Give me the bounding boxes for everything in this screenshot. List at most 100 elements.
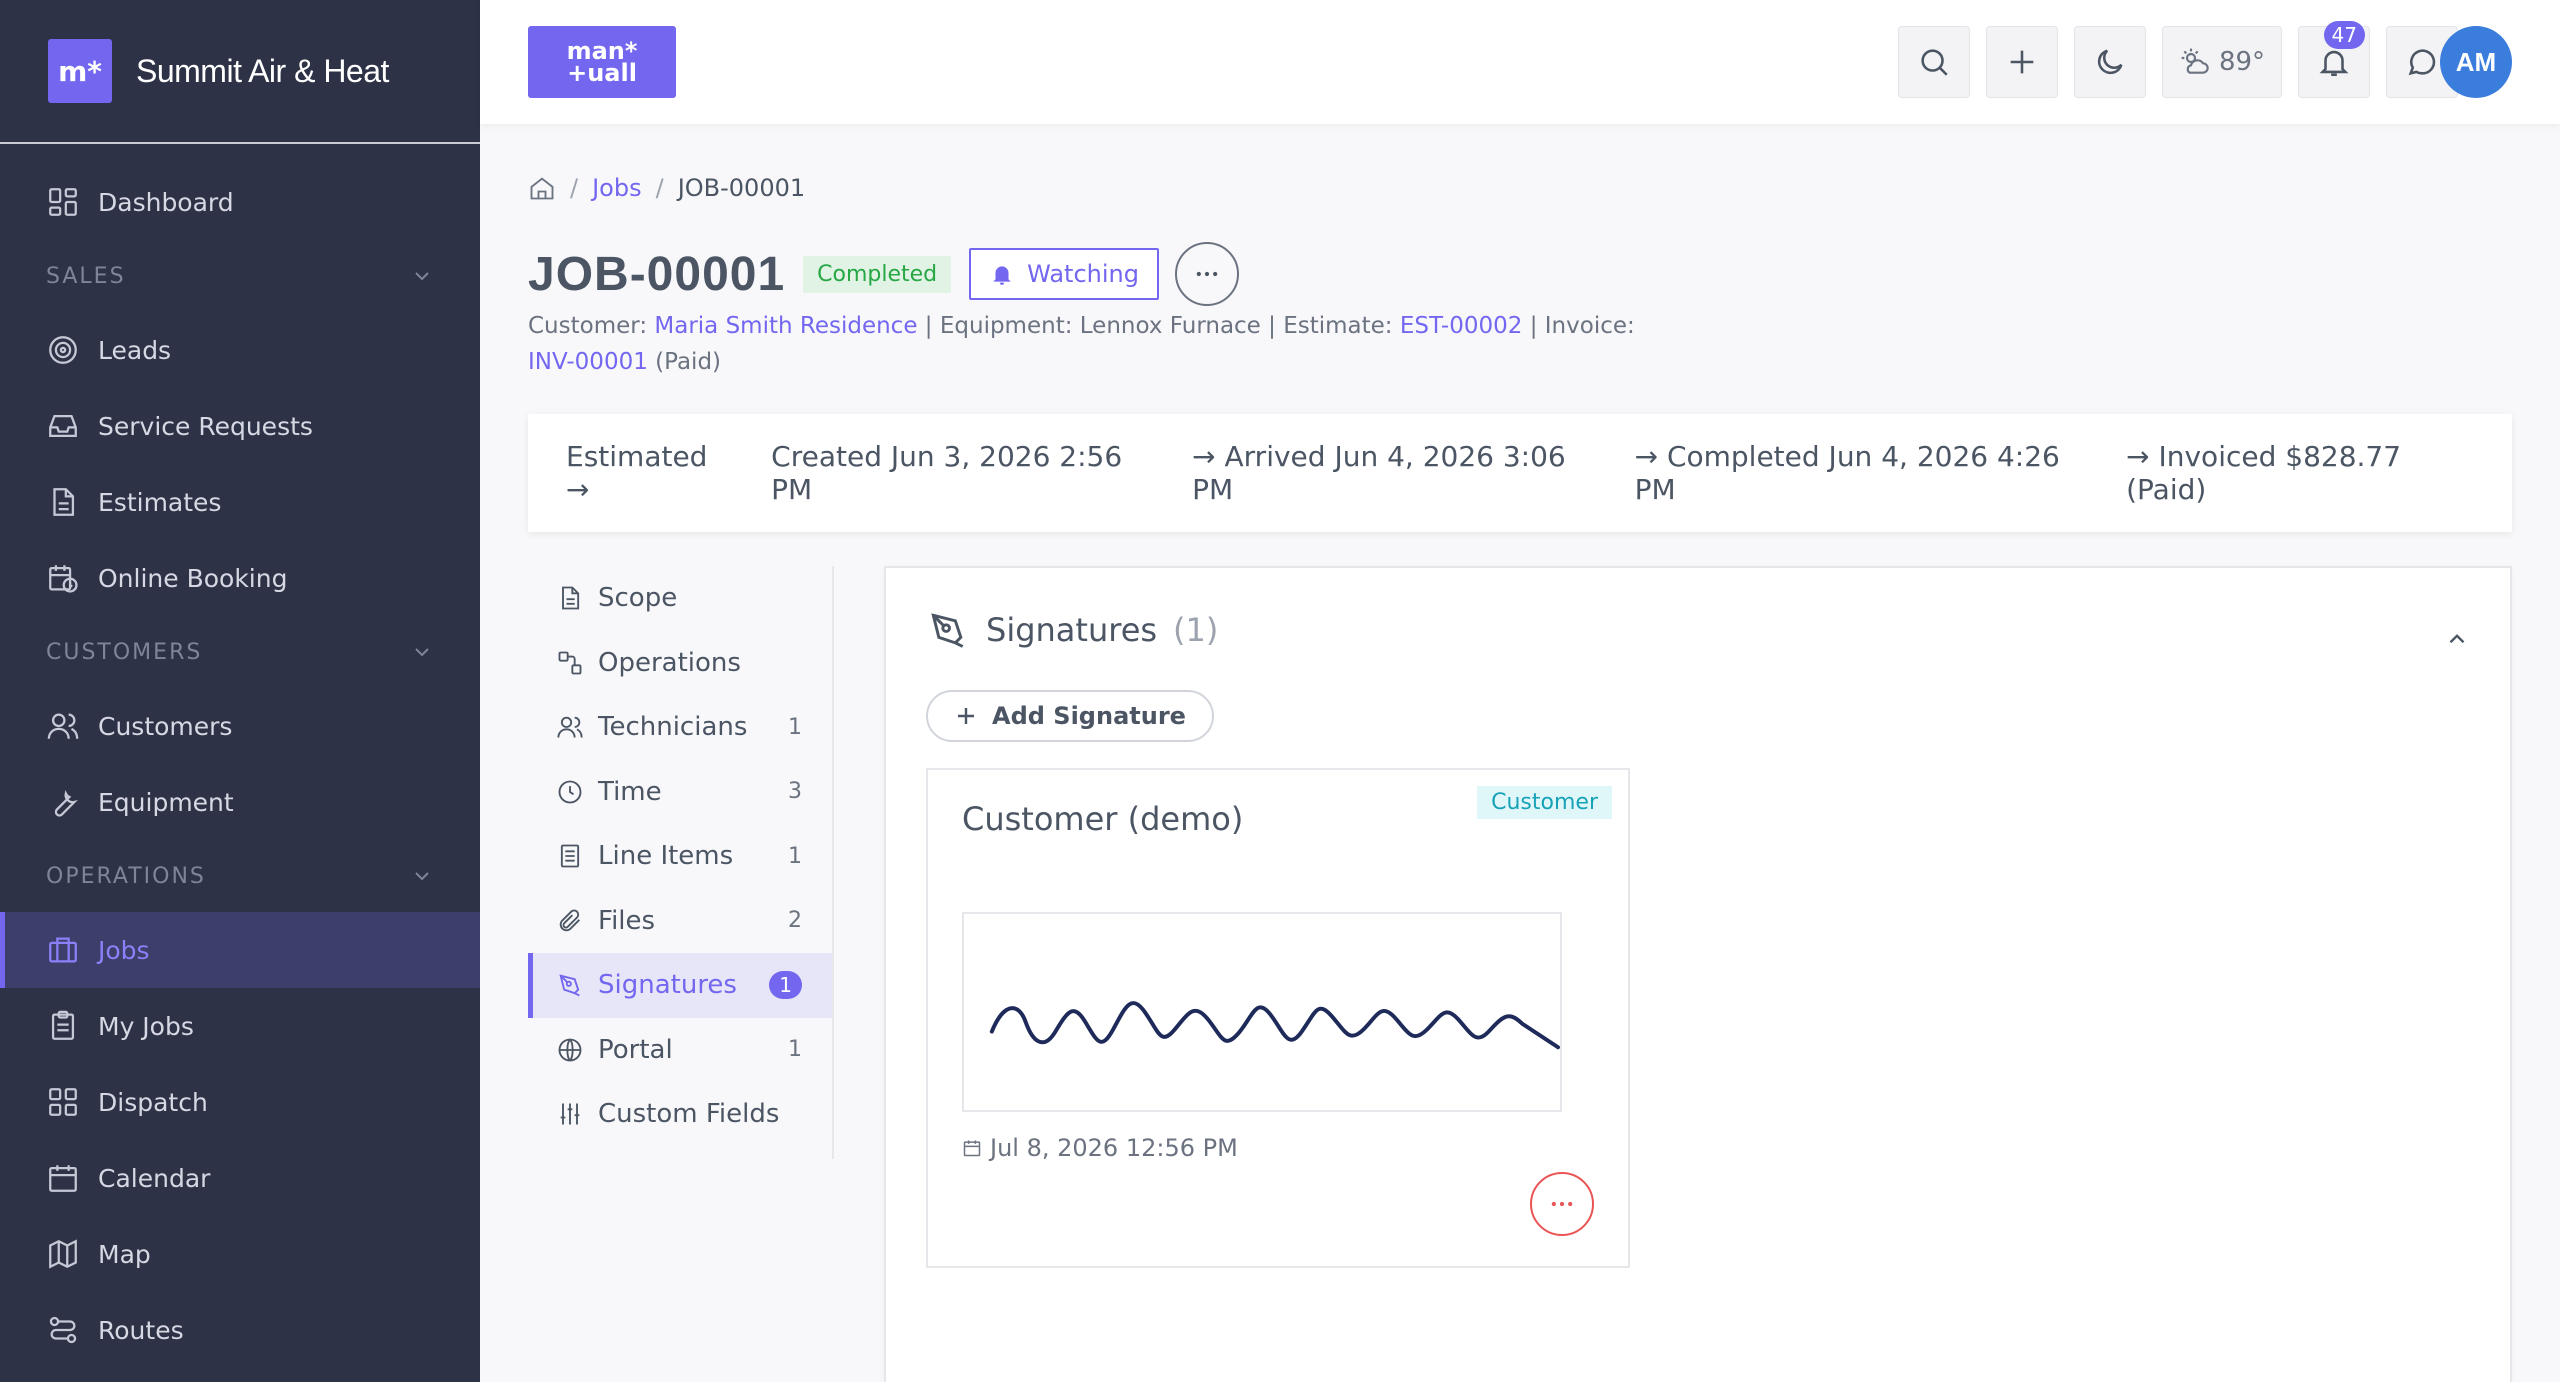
sidebar-item-label: Online Booking (98, 563, 288, 593)
workflow-icon (558, 651, 582, 675)
app-logo-line-2: +uall (567, 59, 637, 87)
timeline-arrived: → Arrived Jun 4, 2026 3:06 PM (1192, 440, 1566, 506)
calendar-clock-icon (49, 565, 78, 593)
wrench-icon (54, 789, 78, 817)
users-icon (47, 713, 79, 739)
users-icon (557, 716, 583, 738)
signature-name: Customer (demo) (962, 800, 1244, 838)
watching-label: Watching (1027, 260, 1139, 288)
plus-icon (2010, 50, 2034, 74)
sidebar-item-label: Estimates (98, 487, 222, 517)
sidebar-item-estimates[interactable]: Estimates (0, 464, 480, 540)
signature-more-button[interactable] (1530, 1172, 1594, 1236)
brand[interactable]: m* Summit Air & Heat (0, 0, 480, 144)
section-label: SALES (46, 263, 126, 289)
sidebar-item-label: My Jobs (98, 1011, 194, 1041)
sidebar-item-leads[interactable]: Leads (0, 312, 480, 388)
sidebar-item-online-booking[interactable]: Online Booking (0, 540, 480, 616)
subnav-count: 2 (788, 908, 802, 934)
subnav-time[interactable]: Time 3 (528, 760, 832, 825)
sidebar-section-operations[interactable]: OPERATIONS (0, 840, 480, 912)
customer-link[interactable]: Maria Smith Residence (654, 313, 917, 339)
subnav-custom-fields[interactable]: Custom Fields (528, 1082, 832, 1147)
sidebar-item-service-requests[interactable]: Service Requests (0, 388, 480, 464)
invoice-label: | Invoice: (1529, 313, 1635, 339)
invoice-link[interactable]: INV-00001 (528, 349, 648, 375)
equipment-text: | Equipment: Lennox Furnace | Estimate: (924, 313, 1393, 339)
subnav-files[interactable]: Files 2 (528, 889, 832, 954)
calendar-icon (963, 1140, 981, 1157)
sidebar-item-equipment[interactable]: Equipment (0, 764, 480, 840)
weather-widget[interactable]: 89° (2162, 26, 2282, 98)
job-header: JOB-00001 Completed Watching (528, 242, 1239, 306)
user-avatar[interactable]: AM (2440, 26, 2512, 98)
sidebar-item-customers[interactable]: Customers (0, 688, 480, 764)
grid-icon (49, 1088, 77, 1116)
subnav-technicians[interactable]: Technicians 1 (528, 695, 832, 760)
subnav-label: Operations (598, 647, 741, 678)
paperclip-icon (559, 909, 580, 932)
add-button[interactable] (1986, 26, 2058, 98)
sidebar-item-dashboard[interactable]: Dashboard (0, 164, 480, 240)
subnav-signatures[interactable]: Signatures 1 (528, 953, 832, 1018)
subnav-label: Technicians (598, 712, 748, 743)
sidebar-item-label: Jobs (98, 935, 150, 965)
notifications-badge: 47 (2323, 21, 2365, 49)
clipboard-icon (51, 1010, 75, 1040)
watching-button[interactable]: Watching (969, 248, 1159, 300)
app-logo[interactable]: man* +uall (528, 26, 676, 98)
sidebar-item-label: Customers (98, 711, 233, 741)
breadcrumb-separator: / (655, 174, 664, 202)
add-signature-button[interactable]: Add Signature (926, 690, 1214, 742)
sidebar-section-sales[interactable]: SALES (0, 240, 480, 312)
sidebar-item-label: Map (98, 1239, 151, 1269)
signature-image (962, 912, 1562, 1112)
dashboard-icon (49, 188, 77, 216)
sidebar-item-calendar[interactable]: Calendar (0, 1140, 480, 1216)
job-meta: Customer: Maria Smith Residence | Equipm… (528, 308, 1688, 380)
job-more-button[interactable] (1175, 242, 1239, 306)
subnav-operations[interactable]: Operations (528, 631, 832, 696)
search-button[interactable] (1898, 26, 1970, 98)
signatures-title: Signatures (986, 611, 1158, 649)
timeline-completed: → Completed Jun 4, 2026 4:26 PM (1634, 440, 2060, 506)
estimate-link[interactable]: EST-00002 (1400, 313, 1523, 339)
breadcrumb-separator: / (570, 174, 579, 202)
sliders-icon (560, 1103, 580, 1125)
sidebar-item-my-jobs[interactable]: My Jobs (0, 988, 480, 1064)
target-icon (49, 336, 77, 364)
signatures-count: (1) (1173, 611, 1219, 649)
subnav-count: 1 (788, 1037, 802, 1063)
bell-icon (993, 266, 1011, 285)
subnav-scope[interactable]: Scope (528, 566, 832, 631)
signature-role-badge: Customer (1477, 786, 1612, 819)
chevron-down-icon (415, 872, 429, 881)
breadcrumb-jobs[interactable]: Jobs (592, 174, 642, 202)
subnav-portal[interactable]: Portal 1 (528, 1018, 832, 1083)
subnav-line-items[interactable]: Line Items 1 (528, 824, 832, 889)
sidebar-item-jobs[interactable]: Jobs (0, 912, 480, 988)
theme-toggle-button[interactable] (2074, 26, 2146, 98)
sidebar-item-map[interactable]: Map (0, 1216, 480, 1292)
section-label: OPERATIONS (46, 863, 206, 889)
breadcrumb: / Jobs / JOB-00001 (528, 174, 805, 202)
signature-card: Customer (demo) Customer Jul 8, 2026 12:… (926, 768, 1630, 1268)
chevron-up-icon[interactable] (2444, 626, 2470, 652)
sidebar-item-label: Leads (98, 335, 172, 365)
signatures-header: Signatures (1) (926, 608, 1218, 652)
sidebar: m* Summit Air & Heat Dashboard SALES Lea… (0, 0, 480, 1382)
sidebar-section-customers[interactable]: CUSTOMERS (0, 616, 480, 688)
sidebar-item-routes[interactable]: Routes (0, 1292, 480, 1368)
notifications-button[interactable]: 47 (2298, 21, 2370, 98)
signatures-panel: Signatures (1) Add Signature Customer (d… (884, 566, 2512, 1382)
job-subnav: Scope Operations Technicians 1 Time 3 Li… (528, 566, 834, 1159)
sidebar-item-label: Equipment (98, 787, 234, 817)
status-badge: Completed (803, 255, 952, 293)
clock-icon (558, 780, 582, 804)
plus-icon (958, 708, 974, 724)
subnav-count: 1 (788, 714, 802, 740)
sidebar-item-dispatch[interactable]: Dispatch (0, 1064, 480, 1140)
subnav-count: 1 (769, 971, 802, 1000)
home-icon[interactable] (528, 174, 556, 202)
sidebar-item-label: Service Requests (98, 411, 313, 441)
